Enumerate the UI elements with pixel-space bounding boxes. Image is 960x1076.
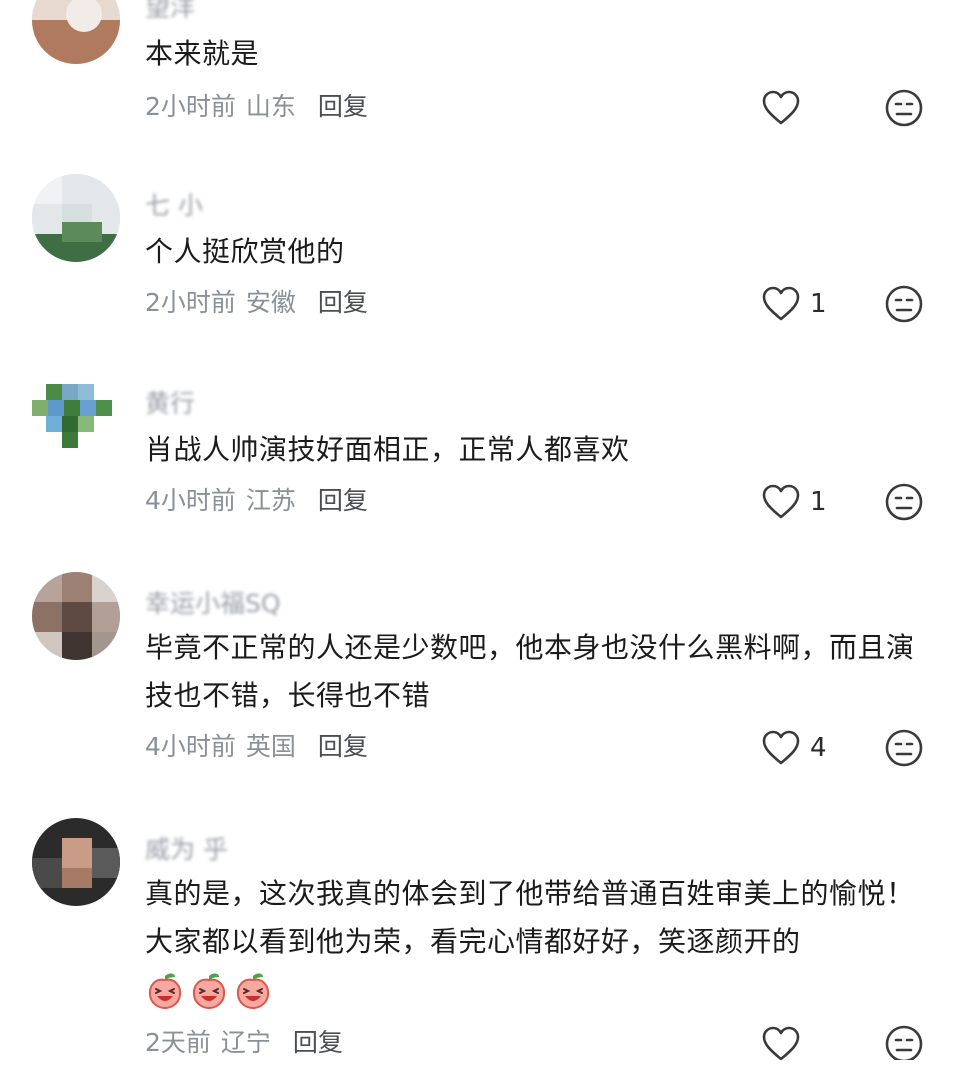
like-button[interactable]: 4: [762, 728, 827, 768]
comment-time: 2天前: [145, 1028, 211, 1057]
comment-meta: 2小时前 安徽 回复: [145, 288, 368, 318]
heart-outline-icon: [762, 286, 800, 322]
neutral-face-icon: [884, 88, 924, 128]
comment-time: 2小时前: [145, 288, 236, 317]
reply-button[interactable]: 回复: [318, 732, 368, 761]
dislike-button[interactable]: [884, 284, 924, 324]
avatar[interactable]: [32, 572, 120, 660]
avatar[interactable]: [32, 0, 120, 64]
comment-location: 安徽: [245, 288, 296, 317]
comment-meta: 2天前 辽宁 回复: [145, 1028, 343, 1058]
comment-location: 英国: [245, 732, 296, 761]
dislike-button[interactable]: [884, 728, 924, 768]
comment-text: 个人挺欣赏他的: [145, 235, 345, 268]
heart-outline-icon: [762, 90, 800, 126]
comment-meta: 2小时前 山东 回复: [145, 92, 368, 122]
like-button[interactable]: 1: [762, 482, 827, 522]
username[interactable]: 望洋: [145, 0, 195, 24]
like-button[interactable]: 1: [762, 284, 827, 324]
avatar[interactable]: [32, 174, 120, 262]
dislike-button[interactable]: [884, 1024, 924, 1064]
heart-outline-icon: [762, 484, 800, 520]
comment-location: 辽宁: [220, 1028, 271, 1057]
sticker-row: [145, 970, 273, 1010]
avatar[interactable]: [32, 818, 120, 906]
comment-text: 本来就是: [145, 37, 260, 70]
username[interactable]: 幸运小福SQ: [145, 584, 281, 620]
dislike-button[interactable]: [884, 88, 924, 128]
dislike-button[interactable]: [884, 482, 924, 522]
like-count: 1: [810, 487, 827, 517]
laughing-peach-sticker: [148, 973, 182, 1010]
reply-button[interactable]: 回复: [318, 486, 368, 515]
reply-button[interactable]: 回复: [318, 288, 368, 317]
reply-button[interactable]: 回复: [293, 1028, 343, 1057]
comment-text: 真的是，这次我真的体会到了他带给普通百姓审美上的愉悦！大家都以看到他为荣，看完心…: [145, 877, 915, 958]
bottom-edge: [0, 1060, 960, 1076]
reply-button[interactable]: 回复: [318, 92, 368, 121]
neutral-face-icon: [884, 284, 924, 324]
neutral-face-icon: [884, 728, 924, 768]
comment-time: 4小时前: [145, 486, 236, 515]
comment-time: 4小时前: [145, 732, 236, 761]
heart-outline-icon: [762, 1026, 800, 1062]
like-button[interactable]: [762, 1024, 810, 1064]
avatar[interactable]: [32, 372, 120, 460]
neutral-face-icon: [884, 1024, 924, 1064]
comment-text: 毕竟不正常的人还是少数吧，他本身也没什么黑料啊，而且演技也不错，长得也不错: [145, 631, 915, 712]
comment-location: 江苏: [245, 486, 296, 515]
comment-text: 肖战人帅演技好面相正，正常人都喜欢: [145, 433, 630, 466]
comment-meta: 4小时前 江苏 回复: [145, 486, 368, 516]
comment-location: 山东: [245, 92, 296, 121]
neutral-face-icon: [884, 482, 924, 522]
like-button[interactable]: [762, 88, 810, 128]
like-count: 4: [810, 733, 827, 763]
heart-outline-icon: [762, 730, 800, 766]
like-count: 1: [810, 289, 827, 319]
comment-meta: 4小时前 英国 回复: [145, 732, 368, 762]
laughing-peach-sticker: [236, 973, 270, 1010]
comment-time: 2小时前: [145, 92, 236, 121]
username[interactable]: 威为 乎: [145, 830, 228, 866]
username[interactable]: 七 小: [145, 186, 203, 222]
laughing-peach-sticker: [192, 973, 226, 1010]
username[interactable]: 黄行: [145, 384, 195, 420]
